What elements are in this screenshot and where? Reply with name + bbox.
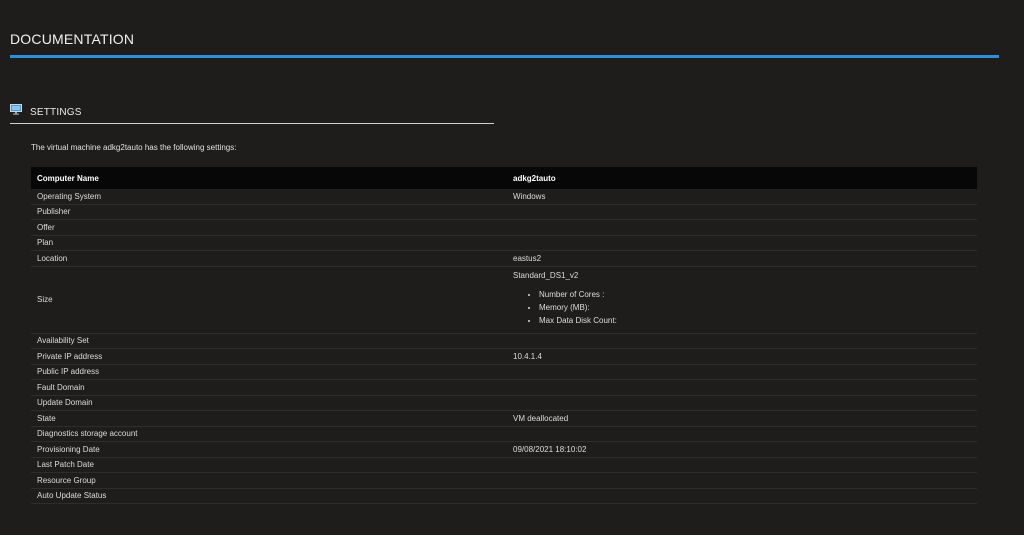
setting-value bbox=[507, 426, 977, 442]
setting-name: Offer bbox=[31, 219, 507, 236]
setting-name: Last Patch Date bbox=[31, 457, 507, 473]
setting-name: Diagnostics storage account bbox=[31, 426, 507, 442]
settings-section-header: SETTINGS bbox=[10, 104, 494, 124]
setting-value bbox=[507, 219, 977, 236]
setting-name: Resource Group bbox=[31, 472, 507, 489]
setting-name: Location bbox=[31, 250, 507, 267]
table-row: Fault Domain bbox=[31, 379, 977, 396]
table-header-row: Computer Name adkg2tauto bbox=[31, 167, 977, 189]
setting-value bbox=[507, 488, 977, 504]
setting-value bbox=[507, 204, 977, 220]
setting-value bbox=[507, 364, 977, 380]
setting-value bbox=[507, 395, 977, 411]
size-detail-disk-count: Max Data Disk Count: bbox=[539, 314, 977, 327]
setting-value bbox=[507, 457, 977, 473]
size-details-list: Number of Cores : Memory (MB): Max Data … bbox=[513, 288, 977, 327]
setting-value bbox=[507, 472, 977, 489]
setting-name: Operating System bbox=[31, 189, 507, 205]
section-title: SETTINGS bbox=[30, 107, 82, 118]
setting-value: Windows bbox=[507, 189, 977, 205]
setting-value bbox=[507, 379, 977, 396]
size-detail-memory: Memory (MB): bbox=[539, 301, 977, 314]
table-row: Update Domain bbox=[31, 395, 977, 411]
table-row: Provisioning Date 09/08/2021 18:10:02 bbox=[31, 441, 977, 458]
setting-name: Fault Domain bbox=[31, 379, 507, 396]
setting-value bbox=[507, 333, 977, 349]
setting-name: State bbox=[31, 410, 507, 427]
table-row: Auto Update Status bbox=[31, 488, 977, 504]
table-row: Diagnostics storage account bbox=[31, 426, 977, 442]
table-row: Location eastus2 bbox=[31, 250, 977, 267]
table-row: Publisher bbox=[31, 204, 977, 220]
setting-value bbox=[507, 235, 977, 251]
setting-name: Plan bbox=[31, 235, 507, 251]
setting-value: 10.4.1.4 bbox=[507, 348, 977, 365]
setting-name: Update Domain bbox=[31, 395, 507, 411]
setting-name: Size bbox=[31, 266, 507, 334]
page-title: DOCUMENTATION bbox=[10, 31, 135, 47]
documentation-page: DOCUMENTATION SETTINGS The virtual machi… bbox=[0, 0, 1024, 535]
setting-value: VM deallocated bbox=[507, 410, 977, 427]
setting-name: Public IP address bbox=[31, 364, 507, 380]
table-row: Operating System Windows bbox=[31, 189, 977, 205]
monitor-icon bbox=[10, 104, 22, 115]
setting-name: Publisher bbox=[31, 204, 507, 220]
table-row: Plan bbox=[31, 235, 977, 251]
table-row-size: Size Standard_DS1_v2 Number of Cores : M… bbox=[31, 266, 977, 334]
header-cell-value: adkg2tauto bbox=[507, 167, 977, 189]
title-underline bbox=[10, 55, 999, 58]
table-row: Last Patch Date bbox=[31, 457, 977, 473]
table-row: Private IP address 10.4.1.4 bbox=[31, 348, 977, 365]
setting-name: Auto Update Status bbox=[31, 488, 507, 504]
table-row: Resource Group bbox=[31, 472, 977, 489]
setting-name: Provisioning Date bbox=[31, 441, 507, 458]
table-row: Offer bbox=[31, 219, 977, 236]
setting-value: eastus2 bbox=[507, 250, 977, 267]
setting-name: Private IP address bbox=[31, 348, 507, 365]
size-value: Standard_DS1_v2 bbox=[513, 270, 579, 280]
table-row: State VM deallocated bbox=[31, 410, 977, 427]
setting-value: 09/08/2021 18:10:02 bbox=[507, 441, 977, 458]
settings-table: Computer Name adkg2tauto Operating Syste… bbox=[31, 167, 977, 504]
setting-name: Availability Set bbox=[31, 333, 507, 349]
intro-text: The virtual machine adkg2tauto has the f… bbox=[31, 143, 237, 152]
setting-value-size: Standard_DS1_v2 Number of Cores : Memory… bbox=[507, 266, 977, 334]
size-detail-cores: Number of Cores : bbox=[539, 288, 977, 301]
table-row: Availability Set bbox=[31, 333, 977, 349]
header-cell-name: Computer Name bbox=[31, 167, 507, 189]
table-row: Public IP address bbox=[31, 364, 977, 380]
